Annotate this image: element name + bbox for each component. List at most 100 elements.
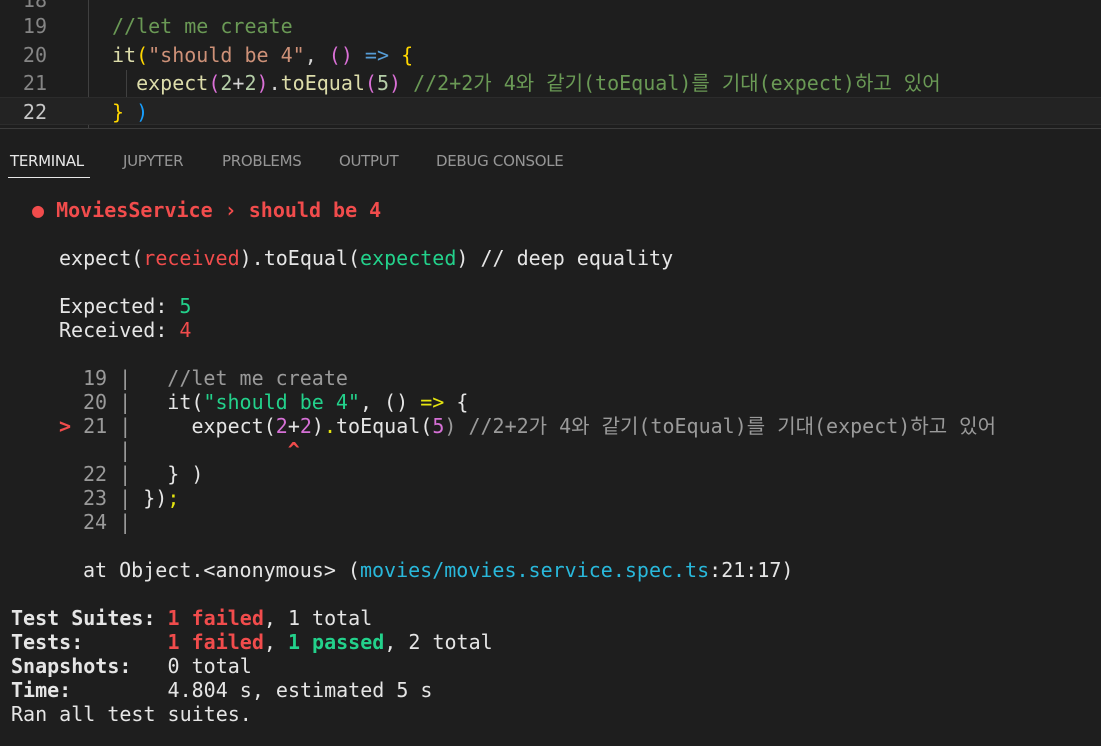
- code-token: .: [268, 71, 281, 95]
- terminal-text: toEqual(: [336, 414, 433, 438]
- terminal-text: expect(: [191, 414, 276, 438]
- code-token: (): [328, 43, 353, 67]
- terminal-text: Expected:: [59, 294, 180, 318]
- terminal-text: 0 total: [167, 654, 252, 678]
- code-line[interactable]: 21 expect(2+2).toEqual(5) //2+2가 4와 같기(t…: [0, 69, 1101, 97]
- terminal-text: received: [143, 246, 240, 270]
- terminal-text: "should be 4": [203, 390, 360, 414]
- tab-problems[interactable]: PROBLEMS: [222, 152, 302, 170]
- code-token: expect: [112, 71, 209, 95]
- terminal-text: 1 failed: [167, 630, 264, 654]
- code-token: ,: [304, 43, 329, 67]
- terminal-line: > 21 | expect(2+2).toEqual(5) //2+2가 4와 …: [59, 414, 996, 438]
- code-token: +: [232, 71, 245, 95]
- terminal-line: Time: 4.804 s, estimated 5 s: [11, 678, 432, 702]
- terminal-line: 19 | //let me create: [83, 366, 348, 390]
- terminal-line: Tests: 1 failed, 1 passed, 2 total: [11, 630, 493, 654]
- terminal-text: +: [287, 414, 300, 438]
- tab-terminal[interactable]: TERMINAL: [10, 152, 84, 170]
- code-token: toEqual: [280, 71, 365, 95]
- terminal-text: //let me create: [167, 366, 348, 390]
- code-token: 2: [220, 71, 233, 95]
- terminal-line: | ^: [83, 438, 300, 462]
- code-token: ): [136, 100, 149, 124]
- terminal-text: Ran all test suites.: [11, 702, 252, 726]
- terminal-text: }): [143, 486, 168, 510]
- terminal-line: Ran all test suites.: [11, 702, 252, 726]
- terminal-text: 5: [179, 294, 192, 318]
- terminal-line: 24 |: [83, 510, 131, 534]
- code-token: //2+2가 4와 같기(toEqual)를 기대(expect)하고 있어: [401, 71, 941, 95]
- code-line[interactable]: 20 it("should be 4", () => {: [0, 41, 1101, 69]
- code-line[interactable]: 19 //let me create: [0, 12, 1101, 40]
- terminal-text: ● MoviesService › should be 4: [32, 198, 382, 222]
- terminal-text: , 2 total: [384, 630, 493, 654]
- terminal-text: Tests:: [11, 630, 168, 654]
- terminal-text: 1 passed: [287, 630, 385, 654]
- active-tab-indicator: [8, 177, 90, 178]
- code-token: 2: [244, 71, 257, 95]
- code-token: it: [112, 43, 137, 67]
- terminal-text: :21:17): [709, 558, 794, 582]
- line-number: 21: [22, 71, 47, 95]
- terminal-text: Snapshots:: [11, 654, 168, 678]
- terminal-text: , (): [359, 390, 421, 414]
- tab-jupyter[interactable]: JUPYTER: [123, 152, 184, 170]
- terminal-text: 5: [432, 414, 445, 438]
- terminal-line: Received: 4: [59, 318, 191, 342]
- code-token: }: [112, 100, 125, 124]
- code-token: {: [401, 43, 414, 67]
- panel-tab-bar: TERMINAL JUPYTER PROBLEMS OUTPUT DEBUG C…: [0, 140, 1101, 180]
- terminal-text: expected: [360, 246, 457, 270]
- terminal-text: =>: [420, 390, 445, 414]
- terminal-line: at Object.<anonymous> (movies/movies.ser…: [83, 558, 793, 582]
- terminal-text: .: [323, 414, 336, 438]
- terminal-text: Time:: [11, 678, 168, 702]
- code-editor[interactable]: 18 19//let me create 20 it("should be 4", (…: [0, 0, 1101, 129]
- terminal-text: 2: [299, 414, 312, 438]
- code-text: } ): [112, 98, 148, 126]
- terminal-text: >: [59, 414, 84, 438]
- code-token: 5: [376, 71, 389, 95]
- terminal-text: ).toEqual(: [239, 246, 361, 270]
- terminal-line: 20 | it("should be 4", () => {: [83, 390, 468, 414]
- terminal-text: 24 |: [83, 510, 132, 534]
- terminal-text: 23 |: [83, 486, 144, 510]
- terminal-text: 19 |: [83, 366, 168, 390]
- terminal-text: 4.804 s, estimated 5 s: [167, 678, 433, 702]
- terminal-text: |: [83, 438, 288, 462]
- tab-debug-console[interactable]: DEBUG CONSOLE: [436, 152, 564, 170]
- terminal-text: 21 |: [83, 414, 192, 438]
- terminal-text: expect(: [59, 246, 144, 270]
- terminal-text: {: [444, 390, 469, 414]
- terminal-text: 22 |: [83, 462, 168, 486]
- terminal-text: ) //2+2가 4와 같기(toEqual)를 기대(expect)하고 있어: [444, 414, 996, 438]
- terminal-text: } ): [167, 462, 204, 486]
- code-token: ): [389, 71, 402, 95]
- line-number: 19: [22, 14, 47, 38]
- code-line[interactable]: 22} ): [0, 97, 1101, 125]
- terminal-text: , 1 total: [263, 606, 373, 630]
- code-token: //let me create: [112, 14, 293, 38]
- terminal-line: 22 | } ): [83, 462, 203, 486]
- code-token: (: [364, 71, 377, 95]
- terminal-line: Test Suites: 1 failed, 1 total: [11, 606, 372, 630]
- terminal-line: expect(received).toEqual(expected) // de…: [59, 246, 673, 270]
- terminal-line: Expected: 5: [59, 294, 191, 318]
- terminal-line: ● MoviesService › should be 4: [32, 198, 381, 222]
- tab-output[interactable]: OUTPUT: [339, 152, 399, 170]
- terminal-text: Received:: [59, 318, 180, 342]
- code-token: =>: [364, 43, 390, 67]
- terminal-text: ): [311, 414, 324, 438]
- terminal-line: 23 | });: [83, 486, 179, 510]
- terminal-line: Snapshots: 0 total: [11, 654, 252, 678]
- code-token: (: [208, 71, 221, 95]
- terminal-text: Test Suites:: [11, 606, 168, 630]
- line-number: 22: [22, 100, 47, 124]
- terminal-text: ;: [167, 486, 180, 510]
- terminal-text: 1 failed: [167, 606, 264, 630]
- terminal-text: at Object.<anonymous> (: [83, 558, 360, 582]
- line-number: 20: [22, 43, 47, 67]
